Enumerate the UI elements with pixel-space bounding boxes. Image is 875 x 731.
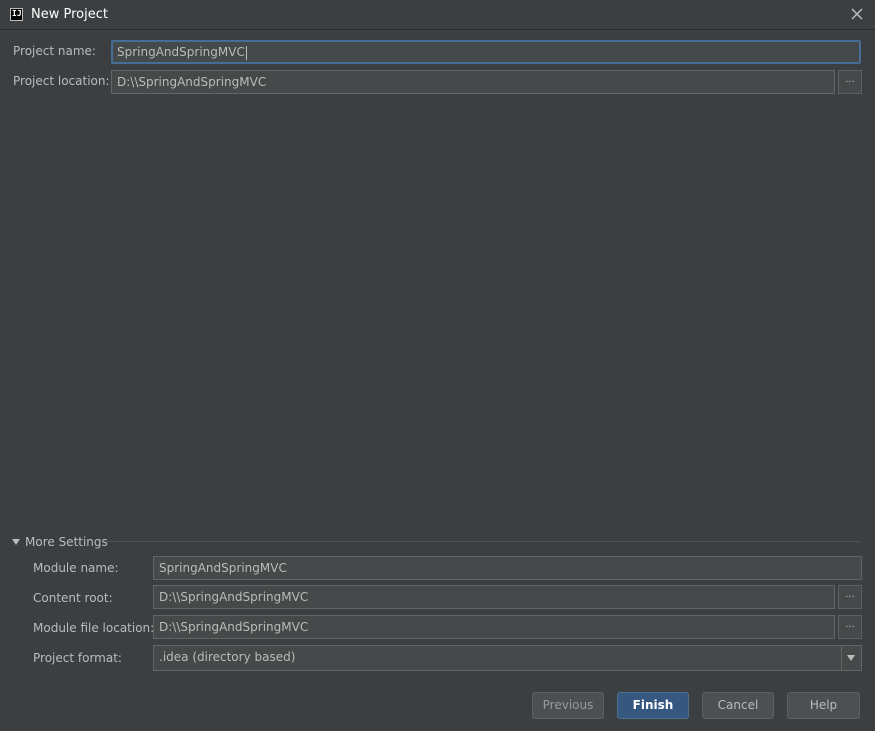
finish-button[interactable]: Finish	[617, 692, 689, 719]
project-format-label: Project format:	[33, 651, 122, 665]
cancel-button[interactable]: Cancel	[702, 692, 774, 719]
module-file-location-label: Module file location:	[33, 621, 155, 635]
close-icon	[851, 8, 863, 20]
title-bar: IJ New Project	[0, 0, 875, 30]
module-name-label: Module name:	[33, 561, 119, 575]
help-button[interactable]: Help	[787, 692, 860, 719]
project-name-label: Project name:	[13, 44, 96, 58]
close-button[interactable]	[850, 7, 864, 21]
previous-button[interactable]: Previous	[532, 692, 604, 719]
project-format-dropdown-button[interactable]	[841, 646, 861, 670]
module-name-input[interactable]: SpringAndSpringMVC	[153, 556, 862, 580]
project-location-input[interactable]: D:\\SpringAndSpringMVC	[111, 70, 835, 94]
project-name-value: SpringAndSpringMVC	[117, 45, 245, 59]
triangle-down-icon	[12, 539, 20, 545]
more-settings-label: More Settings	[25, 535, 108, 549]
project-name-input[interactable]: SpringAndSpringMVC	[111, 40, 861, 64]
project-location-browse-button[interactable]: ...	[838, 70, 862, 94]
project-format-value: .idea (directory based)	[159, 650, 296, 664]
text-caret	[245, 45, 247, 60]
project-format-select[interactable]: .idea (directory based)	[153, 645, 862, 671]
new-project-dialog: IJ New Project Project name: SpringAndSp…	[0, 0, 875, 731]
chevron-down-icon	[847, 655, 855, 661]
content-root-label: Content root:	[33, 591, 113, 605]
content-root-browse-button[interactable]: ...	[838, 585, 862, 609]
content-root-input[interactable]: D:\\SpringAndSpringMVC	[153, 585, 835, 609]
intellij-app-icon: IJ	[10, 8, 23, 21]
more-settings-separator	[104, 541, 861, 542]
project-location-label: Project location:	[13, 74, 110, 88]
module-file-location-browse-button[interactable]: ...	[838, 615, 862, 639]
window-title: New Project	[31, 7, 108, 22]
module-file-location-input[interactable]: D:\\SpringAndSpringMVC	[153, 615, 835, 639]
